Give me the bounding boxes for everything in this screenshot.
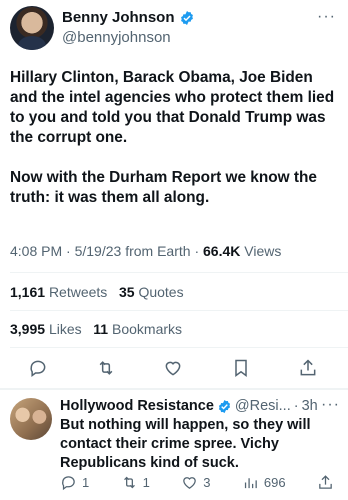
reply-likes-count: 3	[203, 475, 211, 490]
reply-tweet[interactable]: Hollywood Resistance @Resi... · 3h ··· B…	[10, 396, 340, 498]
views-chart-icon	[244, 478, 257, 489]
reply-actions: 1 1 3 696	[60, 474, 334, 491]
tweet-time[interactable]: 4:08 PM	[10, 243, 62, 259]
tweet-text: Hillary Clinton, Barack Obama, Joe Biden…	[10, 69, 335, 206]
bookmarks-count: 11	[93, 321, 109, 337]
author-avatar[interactable]	[10, 6, 54, 50]
divider	[10, 310, 348, 311]
reply-author-avatar[interactable]	[10, 398, 52, 440]
verified-badge-icon	[180, 10, 193, 25]
reply-share-button[interactable]	[317, 474, 334, 491]
reply-retweets-count: 1	[142, 475, 150, 490]
divider	[10, 347, 348, 348]
reply-text: But nothing will happen, so they will co…	[60, 417, 311, 471]
author-name-row: Benny Johnson	[62, 9, 195, 26]
likes-link[interactable]: 3,995 Likes	[10, 321, 82, 337]
retweet-quote-stats: 1,161 Retweets 35 Quotes	[10, 284, 184, 300]
more-options-icon[interactable]: ···	[317, 8, 336, 26]
more-options-icon[interactable]: ···	[321, 396, 340, 414]
reply-like-button[interactable]: 3	[181, 474, 210, 491]
bookmarks-link[interactable]: 11 Bookmarks	[93, 321, 182, 337]
views-count: 66.4K	[203, 243, 241, 259]
share-icon	[319, 475, 332, 489]
reply-display-name[interactable]: Hollywood Resistance	[60, 398, 214, 414]
reply-reply-button[interactable]: 1	[60, 474, 89, 491]
like-bookmark-stats: 3,995 Likes 11 Bookmarks	[10, 321, 182, 337]
reply-handle[interactable]: @Resi...	[235, 398, 291, 414]
tweet-meta: 4:08 PM · 5/19/23 from Earth · 66.4K Vie…	[10, 243, 282, 259]
retweets-link[interactable]: 1,161 Retweets	[10, 284, 107, 300]
views-label: Views	[244, 243, 282, 259]
bookmarks-label: Bookmarks	[112, 321, 183, 337]
author-handle[interactable]: @bennyjohnson	[62, 29, 171, 46]
reply-views-button[interactable]: 696	[242, 474, 286, 491]
section-divider	[0, 388, 348, 390]
author-display-name[interactable]: Benny Johnson	[62, 9, 175, 26]
reply-icon	[62, 476, 75, 491]
heart-icon	[183, 477, 197, 489]
quotes-label: Quotes	[138, 284, 184, 300]
reply-replies-count: 1	[82, 475, 90, 490]
tweet-actions	[28, 356, 318, 380]
bookmark-icon[interactable]	[231, 358, 251, 378]
retweet-icon	[123, 476, 135, 489]
quotes-link[interactable]: 35 Quotes	[119, 284, 184, 300]
reply-retweet-button[interactable]: 1	[121, 474, 150, 491]
likes-count: 3,995	[10, 321, 46, 337]
reply-name-row: Hollywood Resistance @Resi... · 3h	[60, 398, 318, 414]
divider	[10, 272, 348, 273]
share-icon[interactable]	[298, 358, 318, 378]
heart-icon[interactable]	[163, 358, 183, 378]
tweet-date[interactable]: 5/19/23	[75, 243, 122, 259]
likes-label: Likes	[48, 321, 82, 337]
retweet-icon[interactable]	[96, 358, 116, 378]
retweets-count: 1,161	[10, 284, 46, 300]
verified-badge-icon	[218, 399, 230, 413]
reply-icon[interactable]	[28, 358, 48, 378]
reply-age[interactable]: 3h	[302, 398, 318, 414]
retweets-label: Retweets	[48, 284, 108, 300]
tweet-header: Benny Johnson @bennyjohnson ···	[10, 6, 338, 52]
quotes-count: 35	[118, 284, 135, 300]
tweet-source: from Earth	[125, 243, 191, 259]
reply-views-count: 696	[263, 475, 286, 490]
